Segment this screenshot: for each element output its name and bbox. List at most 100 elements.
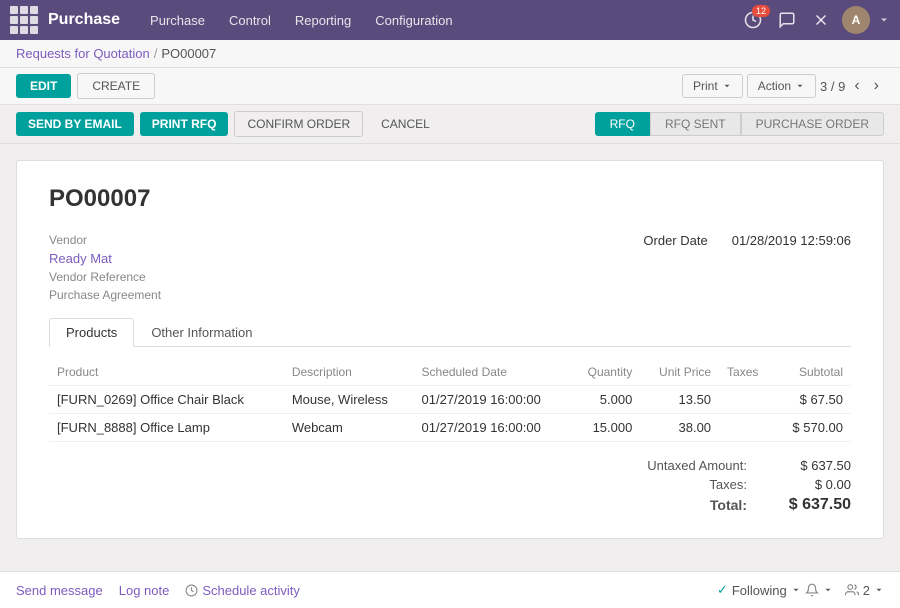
following-label: Following <box>732 583 787 598</box>
doc-fields: Vendor Ready Mat Vendor Reference Purcha… <box>49 233 851 302</box>
totals-section: Untaxed Amount: $ 637.50 Taxes: $ 0.00 T… <box>49 458 851 514</box>
confirm-order-button[interactable]: CONFIRM ORDER <box>234 111 363 137</box>
schedule-activity-link[interactable]: Schedule activity <box>202 583 300 598</box>
bottom-right: ✓ Following 2 <box>717 582 884 598</box>
breadcrumb-parent[interactable]: Requests for Quotation <box>16 46 150 61</box>
col-taxes: Taxes <box>719 359 774 386</box>
col-product: Product <box>49 359 284 386</box>
log-note-link[interactable]: Log note <box>119 583 170 598</box>
col-scheduled-date: Scheduled Date <box>414 359 571 386</box>
menu-purchase[interactable]: Purchase <box>140 9 215 32</box>
print-button[interactable]: Print <box>682 74 743 98</box>
bell-icon <box>805 583 819 597</box>
table-cell: Webcam <box>284 414 414 442</box>
next-page-button[interactable]: › <box>869 75 884 97</box>
col-description: Description <box>284 359 414 386</box>
chat-icon-btn[interactable] <box>774 7 800 33</box>
menu-control[interactable]: Control <box>219 9 281 32</box>
table-row: [FURN_0269] Office Chair BlackMouse, Wir… <box>49 386 851 414</box>
send-email-button[interactable]: SEND BY EMAIL <box>16 112 134 136</box>
print-dropdown-icon <box>722 81 732 91</box>
table-cell <box>719 414 774 442</box>
tab-products[interactable]: Products <box>49 318 134 347</box>
taxes-label: Taxes: <box>627 477 747 492</box>
order-date-value: 01/28/2019 12:59:06 <box>732 233 851 248</box>
pagination-text: 3 / 9 <box>820 79 845 94</box>
bell-dropdown-icon <box>823 585 833 595</box>
breadcrumb-separator: / <box>154 46 158 61</box>
pagination: 3 / 9 ‹ › <box>820 75 884 97</box>
total-label: Total: <box>627 497 747 513</box>
following-button[interactable]: ✓ Following <box>717 582 833 598</box>
taxes-row: Taxes: $ 0.00 <box>627 477 851 492</box>
prev-page-button[interactable]: ‹ <box>849 75 864 97</box>
app-title: Purchase <box>48 11 120 29</box>
table-cell: 38.00 <box>640 414 719 442</box>
followers-dropdown-icon <box>874 585 884 595</box>
order-date-field-group: Order Date 01/28/2019 12:59:06 <box>643 233 851 302</box>
following-dropdown-icon <box>791 585 801 595</box>
status-purchase-order: PURCHASE ORDER <box>741 112 884 136</box>
main-content: PO00007 Vendor Ready Mat Vendor Referenc… <box>0 144 900 552</box>
table-row: [FURN_8888] Office LampWebcam01/27/2019 … <box>49 414 851 442</box>
products-table: Product Description Scheduled Date Quant… <box>49 359 851 442</box>
activity-badge: 12 <box>752 5 770 17</box>
table-cell: 01/27/2019 16:00:00 <box>414 386 571 414</box>
top-navigation: Purchase Purchase Control Reporting Conf… <box>0 0 900 40</box>
table-cell <box>719 386 774 414</box>
print-rfq-button[interactable]: PRINT RFQ <box>140 112 229 136</box>
taxes-value: $ 0.00 <box>771 477 851 492</box>
order-date-label: Order Date <box>643 233 707 248</box>
followers-button[interactable]: 2 <box>845 583 884 598</box>
menu-configuration[interactable]: Configuration <box>365 9 462 32</box>
table-cell: 13.50 <box>640 386 719 414</box>
table-cell: 01/27/2019 16:00:00 <box>414 414 571 442</box>
activity-icon-btn[interactable]: 12 <box>740 7 766 33</box>
table-cell: [FURN_0269] Office Chair Black <box>49 386 284 414</box>
table-cell: $ 570.00 <box>774 414 851 442</box>
status-rfq-sent: RFQ SENT <box>650 112 741 136</box>
menu-reporting[interactable]: Reporting <box>285 9 361 32</box>
breadcrumb: Requests for Quotation / PO00007 <box>0 40 900 68</box>
untaxed-value: $ 637.50 <box>771 458 851 473</box>
followers-icon <box>845 583 859 597</box>
toolbar: SEND BY EMAIL PRINT RFQ CONFIRM ORDER CA… <box>0 105 900 144</box>
vendor-ref-label: Vendor Reference <box>49 270 161 284</box>
po-number: PO00007 <box>49 185 851 213</box>
status-group: RFQ RFQ SENT PURCHASE ORDER <box>595 112 884 136</box>
create-button[interactable]: CREATE <box>77 73 155 99</box>
tabs: Products Other Information <box>49 318 851 347</box>
close-icon-btn[interactable] <box>808 7 834 33</box>
action-bar: EDIT CREATE Print Action 3 / 9 ‹ › <box>0 68 900 105</box>
grand-total-row: Total: $ 637.50 <box>627 496 851 514</box>
schedule-activity-group[interactable]: Schedule activity <box>185 583 300 598</box>
top-nav-right: 12 A <box>740 6 890 34</box>
print-action-group: Print Action 3 / 9 ‹ › <box>682 74 884 98</box>
edit-button[interactable]: EDIT <box>16 74 71 98</box>
avatar[interactable]: A <box>842 6 870 34</box>
purchase-agreement-label: Purchase Agreement <box>49 288 161 302</box>
status-rfq: RFQ <box>595 112 650 136</box>
check-icon: ✓ <box>717 582 728 598</box>
total-value: $ 637.50 <box>771 496 851 514</box>
breadcrumb-current: PO00007 <box>161 46 216 61</box>
action-button[interactable]: Action <box>747 74 816 98</box>
apps-icon[interactable] <box>10 6 38 34</box>
action-dropdown-icon <box>795 81 805 91</box>
clock-icon <box>185 584 198 597</box>
table-cell: $ 67.50 <box>774 386 851 414</box>
tab-other-information[interactable]: Other Information <box>134 318 269 346</box>
cancel-button[interactable]: CANCEL <box>369 112 442 136</box>
vendor-value[interactable]: Ready Mat <box>49 251 161 266</box>
document-card: PO00007 Vendor Ready Mat Vendor Referenc… <box>16 160 884 539</box>
followers-count: 2 <box>863 583 870 598</box>
col-unit-price: Unit Price <box>640 359 719 386</box>
bottom-bar: Send message Log note Schedule activity … <box>0 571 900 608</box>
send-message-link[interactable]: Send message <box>16 583 103 598</box>
vendor-field-group: Vendor Ready Mat Vendor Reference Purcha… <box>49 233 161 302</box>
untaxed-row: Untaxed Amount: $ 637.50 <box>627 458 851 473</box>
col-quantity: Quantity <box>570 359 640 386</box>
untaxed-label: Untaxed Amount: <box>627 458 747 473</box>
table-cell: 5.000 <box>570 386 640 414</box>
main-menu: Purchase Control Reporting Configuration <box>140 9 463 32</box>
